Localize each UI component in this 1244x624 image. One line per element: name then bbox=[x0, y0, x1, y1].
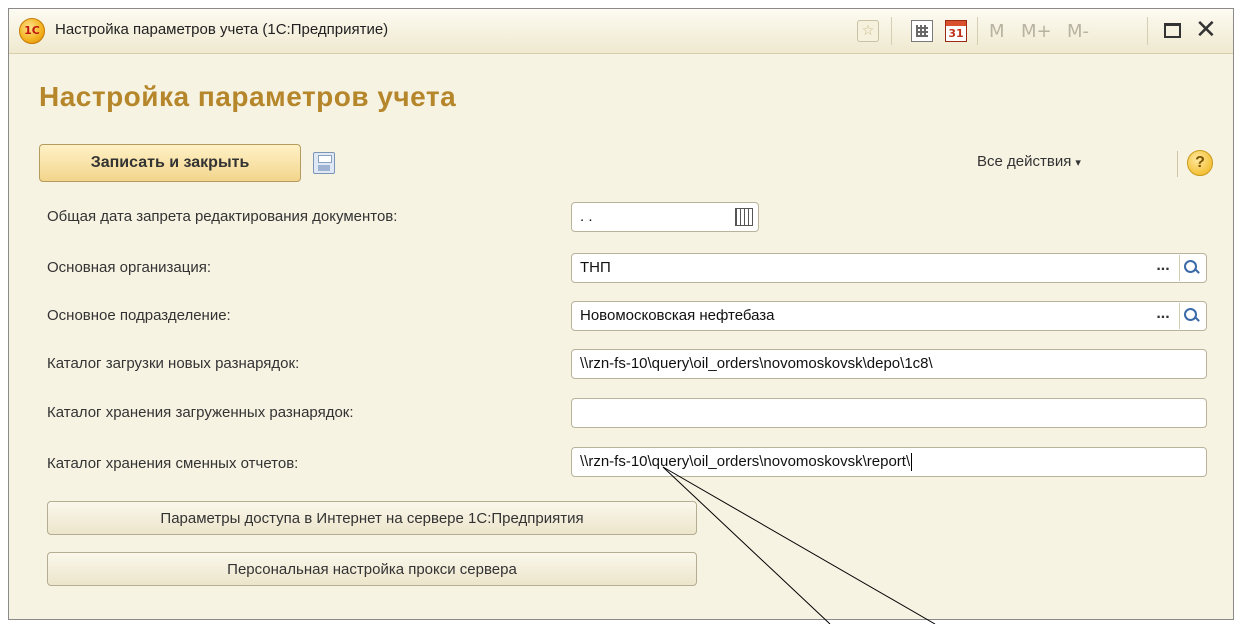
annotation-lines bbox=[662, 466, 936, 624]
annotation-line-right bbox=[662, 466, 936, 624]
annotation-line-left bbox=[662, 466, 831, 624]
